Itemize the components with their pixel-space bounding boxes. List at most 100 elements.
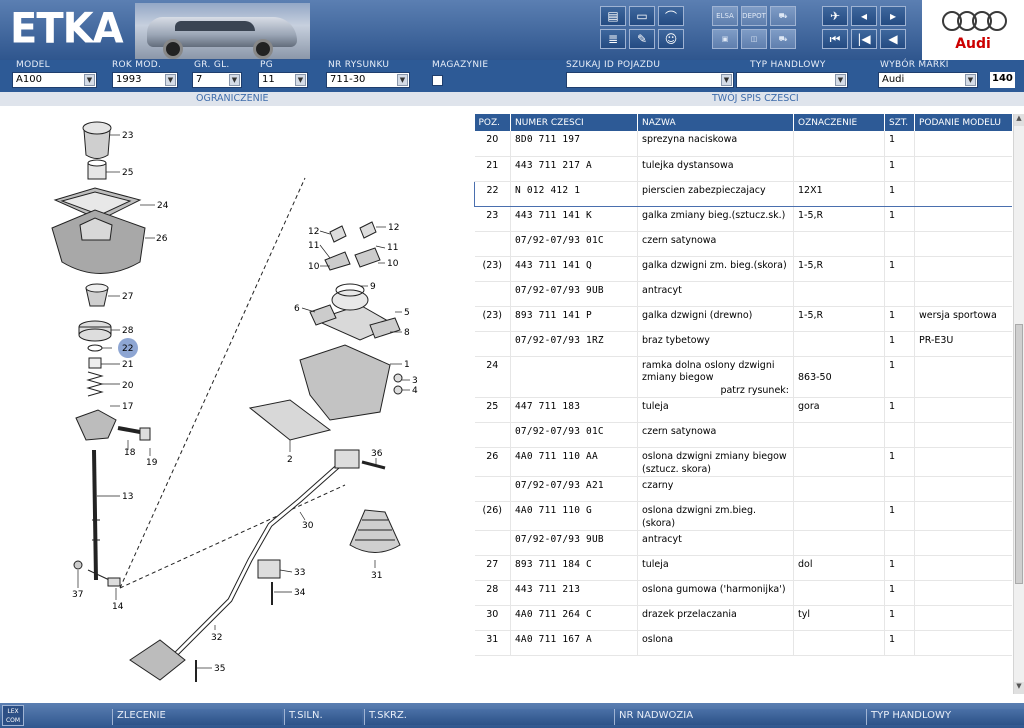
table-row[interactable]: 24 ramka dolna oslony dzwigni zmiany bieg…	[474, 356, 1012, 398]
depot-icon[interactable]: DEPOT	[741, 6, 767, 26]
prev-icon[interactable]: |◀	[851, 29, 877, 49]
szukaj-label: SZUKAJ ID POJAZDU	[566, 60, 661, 70]
cell-model: wersja sportowa	[914, 306, 1012, 332]
cell-szt: 1	[884, 131, 915, 157]
table-row[interactable]: (26) 4A0 711 110 Goslona dzwigni zm.bieg.…	[474, 501, 1012, 531]
table-row[interactable]: 30 4A0 711 264 Cdrazek przelaczania tyl 1	[474, 605, 1012, 631]
table-row[interactable]: 26 4A0 711 110 AA oslona dzwigni zmiany bi…	[474, 447, 1012, 477]
cell-oznaczenie: gora	[793, 397, 885, 423]
col-model[interactable]: PODANIE MODELU	[914, 114, 1012, 131]
cell-nazwa: antracyt	[637, 530, 794, 556]
tskrz-button[interactable]: T.SKRZ.	[364, 709, 614, 725]
chevron-down-icon: ▼	[84, 74, 95, 86]
col-poz[interactable]: POZ.	[474, 114, 511, 131]
print-icon[interactable]: ▤	[600, 6, 626, 26]
table-row[interactable]: 27 893 711 184 Ctuleja dol 1	[474, 555, 1012, 581]
callout: 35	[214, 664, 225, 674]
szukaj-select[interactable]: ▼	[566, 72, 734, 88]
audi-logo: Audi	[922, 0, 1024, 60]
cell-model	[914, 580, 1012, 606]
table-row[interactable]: 28 443 711 213 oslona gumowa ('harmonijka'…	[474, 580, 1012, 606]
drawing-reference-value[interactable]: 863-50	[798, 372, 832, 383]
callout: 14	[112, 602, 124, 612]
cell-poz	[474, 281, 511, 307]
doc-back-icon[interactable]: ◂	[851, 6, 877, 26]
window-icon[interactable]: ◫	[741, 29, 767, 49]
callout: 17	[122, 402, 133, 412]
table-row[interactable]: 07/92-07/93 1RZ braz tybetowy 1 PR-E3U	[474, 331, 1012, 357]
cell-nazwa: sprezyna naciskowa	[637, 131, 794, 157]
typ-handlowy-button[interactable]: TYP HANDLOWY	[866, 709, 1024, 725]
cell-numer: 07/92-07/93 1RZ	[510, 331, 638, 357]
table-row[interactable]: 20 8D0 711 197 sprezyna naciskowa 1	[474, 131, 1012, 157]
table-row[interactable]: 07/92-07/93 9UB antracyt	[474, 281, 1012, 307]
cell-poz: 25	[474, 397, 511, 423]
table-row[interactable]: 07/92-07/93 01C czern satynowa	[474, 231, 1012, 257]
zlecenie-button[interactable]: ZLECENIE	[112, 709, 282, 725]
col-szt[interactable]: SZT.	[884, 114, 915, 131]
rok-select[interactable]: 1993 ▼	[112, 72, 178, 88]
cart-icon[interactable]: ⛟	[770, 6, 796, 26]
table-row[interactable]: 07/92-07/93 A21 czarny	[474, 476, 1012, 502]
col-oznaczenie[interactable]: OZNACZENIE	[793, 114, 885, 131]
typ-select[interactable]: ▼	[736, 72, 848, 88]
tsiln-button[interactable]: T.SILN.	[284, 709, 362, 725]
table-row[interactable]: 31 4A0 711 167 Aoslona 1	[474, 630, 1012, 656]
cell-numer: 443 711 141 Q	[510, 256, 638, 282]
cell-poz: 20	[474, 131, 511, 157]
cart2-icon[interactable]: ⛟	[770, 29, 796, 49]
screen-icon[interactable]: ▭	[629, 6, 655, 26]
cell-nazwa: ramka dolna oslony dzwigni zmiany biegow…	[637, 356, 794, 398]
table-scrollbar[interactable]: ▲ ▼	[1013, 114, 1024, 694]
dolphin-icon[interactable]: ⌒	[658, 6, 684, 26]
cell-oznaczenie: dol	[793, 555, 885, 581]
table-row[interactable]: 25 447 711 183 tuleja gora 1	[474, 397, 1012, 423]
table-row[interactable]: (23) 893 711 141 Pgalka dzwigni (drewno) 1…	[474, 306, 1012, 332]
pg-select[interactable]: 11 ▼	[258, 72, 308, 88]
chevron-down-icon: ▼	[229, 74, 240, 86]
doc-next-icon[interactable]: ▸	[880, 6, 906, 26]
table-row[interactable]: (23) 443 711 141 Qgalka dzwigni zm. bieg.…	[474, 256, 1012, 282]
cell-poz: 26	[474, 447, 511, 477]
cell-nazwa: galka dzwigni zm. bieg.(skora)	[637, 256, 794, 282]
section-ograniczenie[interactable]: OGRANICZENIE	[196, 93, 269, 104]
pin-icon[interactable]: ✈	[822, 6, 848, 26]
scroll-down-icon[interactable]: ▼	[1014, 682, 1024, 694]
back-icon[interactable]: ◀	[880, 29, 906, 49]
col-numer[interactable]: NUMER CZESCI	[510, 114, 638, 131]
nrrys-select[interactable]: 711-30 ▼	[326, 72, 410, 88]
callout: 20	[122, 381, 134, 391]
col-nazwa[interactable]: NAZWA	[637, 114, 794, 131]
model-select[interactable]: A100 ▼	[12, 72, 97, 88]
cell-oznaczenie: 12X1	[793, 180, 885, 207]
grgl-select[interactable]: 7 ▼	[192, 72, 242, 88]
cell-szt	[884, 476, 915, 502]
callout: 10	[387, 259, 399, 269]
exploded-diagram[interactable]: 23 25 24 26 27 28 22 21 20 17 18 19 13 3…	[0, 107, 470, 702]
skip-first-icon[interactable]: ⏮	[822, 29, 848, 49]
cell-poz	[474, 476, 511, 502]
table-row[interactable]: 23 443 711 141 Kgalka zmiany bieg.(sztucz…	[474, 206, 1012, 232]
pencil-icon[interactable]: ✎	[629, 29, 655, 49]
scroll-up-icon[interactable]: ▲	[1014, 114, 1024, 126]
drawing-reference[interactable]: patrz rysunek:	[642, 385, 789, 398]
table-row[interactable]: 21 443 711 217 Atulejka dystansowa 1	[474, 156, 1012, 182]
cell-szt: 1	[884, 156, 915, 182]
gearshift-diagram-svg: 23 25 24 26 27 28 22 21 20 17 18 19 13 3…	[51, 121, 418, 682]
table-row[interactable]: 07/92-07/93 9UB antracyt	[474, 530, 1012, 556]
table-row[interactable]: 22 N 012 412 1 pierscien zabezpieczajacy 12…	[474, 180, 1012, 207]
scroll-thumb[interactable]	[1015, 324, 1023, 584]
elsa-icon[interactable]: ELSA	[712, 6, 738, 26]
callout: 10	[308, 262, 320, 272]
callout: 9	[370, 282, 376, 292]
cell-numer: 893 711 141 P	[510, 306, 638, 332]
pc-icon[interactable]: ▣	[712, 29, 738, 49]
nr-nadwozia-button[interactable]: NR NADWOZIA	[614, 709, 866, 725]
person-icon[interactable]: ☺	[658, 29, 684, 49]
cell-poz: 24	[474, 356, 511, 398]
marka-select[interactable]: Audi ▼	[878, 72, 978, 88]
table-row[interactable]: 07/92-07/93 01C czern satynowa	[474, 422, 1012, 448]
magazynie-label: MAGAZYNIE	[432, 60, 489, 70]
list-icon[interactable]: ≣	[600, 29, 626, 49]
magazynie-checkbox[interactable]	[432, 75, 443, 86]
